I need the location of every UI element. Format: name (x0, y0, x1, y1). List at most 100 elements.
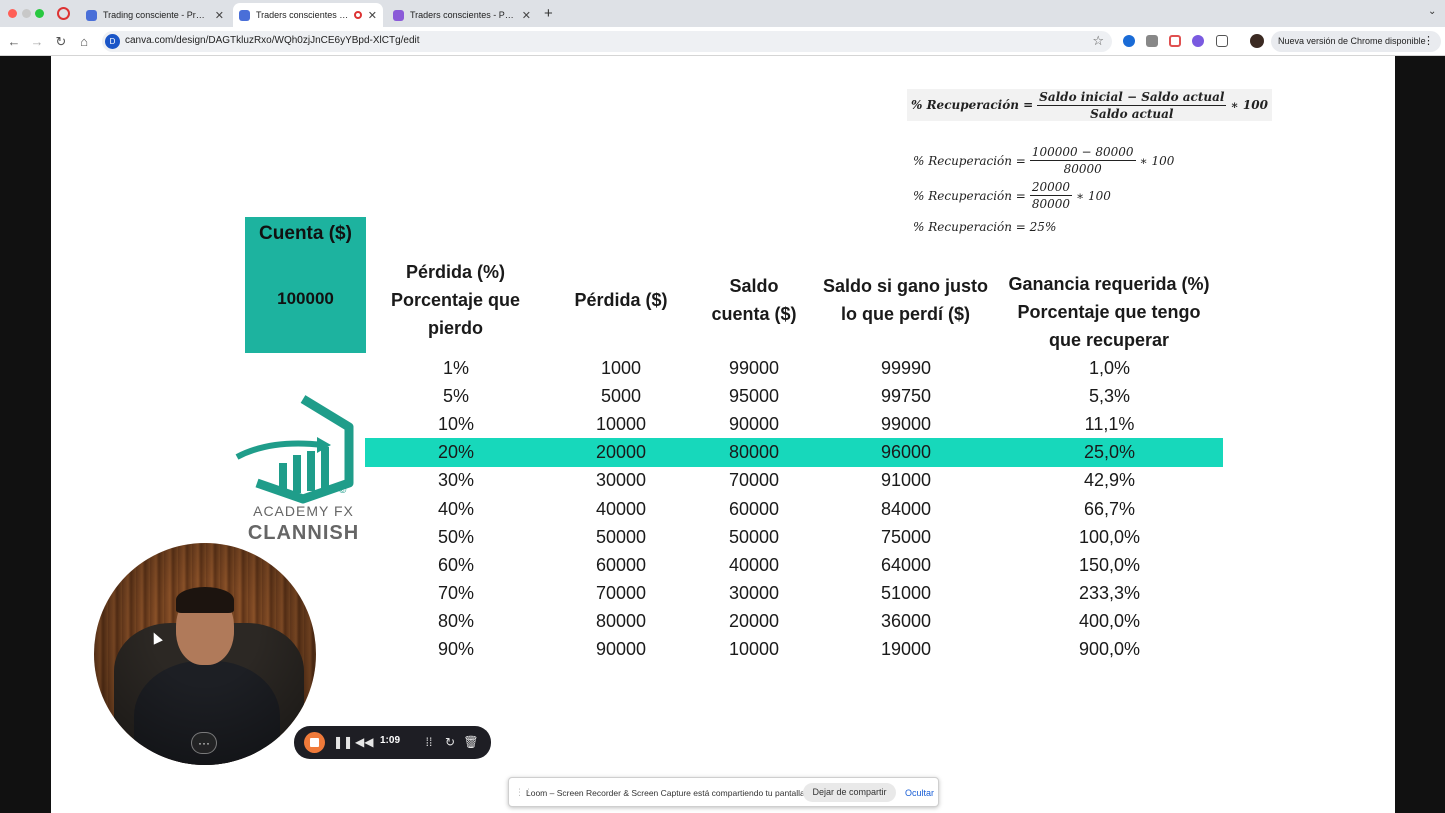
formula-tail: ∗ 100 (1139, 153, 1175, 168)
address-bar[interactable]: D canva.com/design/DAGTkluzRxo/WQh0zjJnC… (102, 31, 1112, 52)
recording-tab-icon[interactable] (57, 7, 70, 20)
logo-text-clannish: CLANNISH (247, 522, 360, 544)
home-icon[interactable]: ⌂ (76, 34, 92, 49)
cell-loss-pct: 30% (437, 470, 475, 491)
profile-avatar-icon[interactable] (1250, 34, 1264, 48)
header-line: que recuperar (1048, 330, 1170, 350)
stop-sharing-button[interactable]: Dejar de compartir (803, 783, 896, 802)
cell-loss-abs: 10000 (595, 414, 647, 435)
grid-dots-icon[interactable]: ⁞⁞ (421, 734, 437, 750)
header-line: Saldo si gano justo (822, 276, 988, 296)
cell-balance-if-gain: 99750 (880, 386, 932, 407)
extensions-puzzle-icon[interactable] (1216, 35, 1228, 47)
cell-required-gain: 66,7% (1083, 498, 1136, 519)
forward-arrow-icon[interactable]: → (29, 34, 45, 49)
tab-title: Traders conscientes - Presentación (256, 10, 350, 20)
cell-required-gain: 42,9% (1083, 470, 1136, 491)
header-line: cuenta ($) (711, 304, 797, 324)
account-value: 100000 (277, 289, 334, 308)
header-required-gain: Ganancia requerida (%) Porcentaje que te… (996, 270, 1222, 354)
extension-gray-icon[interactable] (1146, 35, 1158, 47)
reload-icon[interactable]: ↻ (53, 34, 69, 50)
formula-result: % Recuperación = 25% (913, 220, 1057, 234)
loom-recording-controls: ❚❚ ◀◀ 1:09 ⁞⁞ ↻ 🗑 (294, 726, 491, 759)
formula-denominator: 80000 (1063, 162, 1102, 176)
account-label: Cuenta ($) (259, 223, 352, 244)
formula-denominator: 80000 (1031, 197, 1071, 211)
tab-trading-consciente[interactable]: Trading consciente - Presentación ✕ (80, 3, 230, 27)
cell-balance-if-gain: 19000 (880, 639, 932, 659)
header-balance: Saldo cuenta ($) (689, 272, 819, 328)
tab-traders-conscientes[interactable]: Traders conscientes - Presentación ✕ (387, 3, 537, 27)
cell-loss-abs: 5000 (600, 386, 642, 407)
cell-loss-abs: 70000 (595, 582, 647, 603)
cell-loss-pct: 40% (437, 498, 475, 519)
rewind-icon[interactable]: ◀◀ (355, 734, 373, 750)
cell-required-gain: 150,0% (1078, 554, 1141, 575)
chrome-update-button[interactable]: Nueva versión de Chrome disponible ⋮ (1271, 31, 1441, 52)
restart-icon[interactable]: ↻ (442, 734, 458, 750)
hide-notice-link[interactable]: Ocultar (905, 788, 934, 798)
cell-loss-abs: 80000 (595, 610, 647, 631)
maximize-window-button[interactable] (35, 9, 44, 18)
extension-red-icon[interactable] (1169, 35, 1181, 47)
cell-loss-pct: 50% (437, 526, 475, 547)
cell-loss-abs: 20000 (595, 442, 647, 463)
header-line: lo que perdí ($) (840, 304, 970, 324)
cell-loss-abs: 1000 (600, 358, 642, 378)
pause-icon[interactable]: ❚❚ (333, 734, 353, 750)
stop-recording-button[interactable] (304, 732, 325, 753)
extension-blue-icon[interactable] (1123, 35, 1135, 47)
close-tab-icon[interactable]: ✕ (522, 9, 531, 22)
header-line: Pérdida (%) (405, 262, 506, 282)
cell-balance: 60000 (728, 498, 780, 519)
formula-tail: ∗ 100 (1076, 188, 1111, 203)
cell-balance-if-gain: 96000 (880, 442, 932, 463)
cell-balance: 95000 (728, 386, 780, 407)
cell-balance: 30000 (728, 582, 780, 603)
cell-loss-pct: 20% (437, 442, 475, 463)
cell-required-gain: 233,3% (1078, 582, 1141, 603)
formula-numerator: 100000 − 80000 (1029, 145, 1136, 161)
cell-required-gain: 1,0% (1088, 358, 1131, 378)
close-window-button[interactable] (8, 9, 17, 18)
header-line: Ganancia requerida (%) (1008, 274, 1210, 294)
header-loss-pct: Pérdida (%) Porcentaje que pierdo (373, 258, 538, 342)
extension-loom-icon[interactable] (1192, 35, 1204, 47)
close-tab-icon[interactable]: ✕ (215, 9, 224, 22)
close-tab-icon[interactable]: ✕ (368, 9, 377, 22)
cell-balance: 99000 (728, 358, 780, 378)
cell-balance-if-gain: 91000 (880, 470, 932, 491)
bookmark-star-icon[interactable]: ☆ (1092, 33, 1104, 49)
canva-favicon-icon (86, 9, 97, 21)
header-line: Pérdida ($) (574, 290, 668, 310)
cell-balance: 20000 (728, 610, 780, 631)
trash-icon[interactable]: 🗑 (463, 734, 479, 750)
cell-loss-abs: 90000 (595, 639, 647, 659)
formula-step-1: % Recuperación = 100000 − 80000 80000 ∗ … (913, 145, 1174, 176)
site-info-icon[interactable]: D (105, 34, 120, 49)
canva-favicon-icon (393, 9, 404, 21)
cell-required-gain: 400,0% (1078, 610, 1141, 631)
cell-loss-pct: 70% (437, 582, 475, 603)
table-row: 1% 1000 99000 99990 1,0% (51, 354, 1395, 382)
cell-loss-pct: 10% (437, 414, 475, 435)
back-arrow-icon[interactable]: ← (6, 34, 22, 49)
loom-camera-bubble[interactable]: ··· (94, 543, 316, 765)
cell-balance: 80000 (728, 442, 780, 463)
tab-title: Trading consciente - Presentación (103, 10, 209, 20)
kebab-menu-icon[interactable]: ⋮ (1423, 31, 1434, 52)
camera-more-options-button[interactable]: ··· (191, 732, 217, 754)
new-tab-icon[interactable]: + (544, 5, 553, 22)
cell-required-gain: 11,1% (1084, 414, 1135, 435)
tab-traders-conscientes-active[interactable]: Traders conscientes - Presentación ✕ (233, 3, 383, 27)
cell-balance: 50000 (728, 526, 780, 547)
minimize-window-button[interactable] (22, 9, 31, 18)
url-text[interactable]: canva.com/design/DAGTkluzRxo/WQh0zjJnCE6… (125, 35, 420, 46)
header-line: pierdo (427, 318, 483, 338)
cell-loss-abs: 50000 (595, 526, 647, 547)
tab-search-chevron-icon[interactable]: ⌄ (1428, 6, 1436, 17)
cell-loss-abs: 30000 (595, 470, 647, 491)
formula-lhs: % Recuperación = (911, 98, 1034, 112)
header-loss-abs: Pérdida ($) (551, 286, 691, 314)
